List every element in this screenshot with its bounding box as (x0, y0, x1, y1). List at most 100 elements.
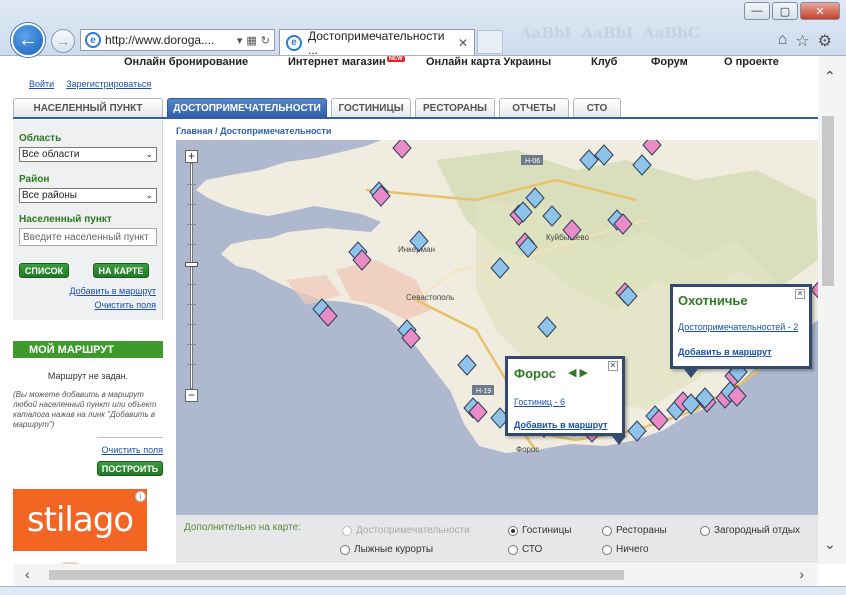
option-ski-label: Лыжные курорты (354, 544, 434, 555)
nav-forum[interactable]: Форум (651, 56, 688, 68)
chevron-right-icon[interactable]: › (799, 566, 804, 582)
address-bar[interactable]: e http://www.doroga.... ▾ ▦ ↻ (80, 29, 275, 51)
login-link[interactable]: Войти (29, 79, 54, 89)
background-ribbon: AaBbI AaBbI AaBbC (520, 24, 700, 42)
zoom-tick (187, 324, 196, 325)
radio-button[interactable] (340, 544, 350, 555)
stilago-ad-banner[interactable]: stilago (13, 489, 147, 551)
popup-okhotnichye-sights-link[interactable]: Достопримечательностей - 2 (678, 322, 798, 332)
map-layer-options: Дополнительно на карте: Достопримечатель… (176, 515, 818, 563)
option-sights: Достопримечательности (342, 525, 470, 536)
address-text[interactable]: http://www.doroga.... (105, 33, 214, 47)
chevron-left-icon[interactable]: ‹ (25, 566, 30, 582)
zoom-tick (187, 184, 196, 185)
divider (97, 437, 163, 438)
nav-club[interactable]: Клуб (591, 56, 617, 68)
option-sights-label: Достопримечательности (356, 525, 470, 536)
option-ski[interactable]: Лыжные курорты (340, 544, 433, 555)
browser-chrome: — ▢ ✕ ← → e http://www.doroga.... ▾ ▦ ↻ … (0, 0, 846, 57)
new-tab-button[interactable] (477, 30, 503, 54)
radio-button[interactable] (602, 525, 612, 536)
scrollbar-thumb[interactable] (822, 116, 834, 286)
zoom-tick (187, 364, 196, 365)
route-hint-text: (Вы можете добавить в маршрут любой насе… (13, 390, 157, 429)
ad-info-icon[interactable]: i (135, 491, 146, 502)
tab-reports[interactable]: ОТЧЕТЫ (499, 98, 569, 118)
nav-booking[interactable]: Онлайн бронирование (124, 56, 248, 68)
chevron-down-icon[interactable]: ⌄ (824, 536, 836, 553)
radio-button[interactable] (508, 525, 518, 536)
district-select[interactable]: Все районы ⌄ (19, 188, 157, 203)
refresh-icon[interactable]: ↻ (261, 34, 270, 47)
browser-tab-active[interactable]: e Достопримечательности ... ✕ (279, 29, 475, 57)
clear-fields-link[interactable]: Очистить поля (95, 300, 156, 310)
close-icon[interactable]: ✕ (608, 361, 618, 371)
zoom-control: + − (185, 150, 199, 402)
settlement-label: Населенный пункт (19, 214, 112, 225)
home-icon[interactable]: ⌂ (778, 31, 788, 51)
popup-pointer (684, 369, 698, 378)
on-map-button[interactable]: НА КАРТЕ (93, 263, 149, 278)
chevron-up-icon[interactable]: ⌃ (824, 68, 836, 85)
option-hotels[interactable]: Гостиницы (508, 525, 572, 536)
nav-map[interactable]: Онлайн карта Украины (426, 56, 551, 68)
zoom-handle[interactable] (185, 262, 198, 267)
settings-gear-icon[interactable]: ⚙ (818, 31, 832, 51)
popup-okhotnichye-add-route[interactable]: Добавить в маршрут (678, 347, 772, 357)
option-nothing[interactable]: Ничего (602, 544, 649, 555)
zoom-tick (187, 224, 196, 225)
forward-button[interactable]: → (51, 29, 75, 53)
scrollbar-thumb[interactable] (49, 570, 624, 580)
minimize-button[interactable]: — (744, 2, 770, 20)
tab-hotels[interactable]: ГОСТИНИЦЫ (331, 98, 411, 118)
zoom-slider[interactable] (185, 163, 198, 389)
map-label-foros: Форос (516, 445, 539, 454)
tab-sto[interactable]: СТО (573, 98, 621, 118)
popup-foros-add-route[interactable]: Добавить в маршрут (514, 420, 608, 430)
road-sign-h06: Н-06 (525, 158, 540, 165)
register-link[interactable]: Зарегистрироваться (66, 79, 151, 89)
nav-arrows-icon[interactable]: ◀ ▶ (568, 366, 588, 379)
nav-shop[interactable]: Интернет магазин NEW (288, 56, 405, 68)
vertical-scrollbar[interactable]: ⌃ ⌄ (818, 56, 846, 564)
popup-okhotnichye-title: Охотничье (678, 293, 748, 308)
close-button[interactable]: ✕ (800, 2, 840, 20)
district-label: Район (19, 174, 50, 185)
map-label-sevastopol: Севастополь (406, 293, 454, 302)
radio-button[interactable] (700, 525, 710, 536)
settlement-input[interactable]: Введите населенный пункт (19, 228, 157, 246)
zoom-tick (187, 344, 196, 345)
region-value: Все области (22, 149, 80, 160)
nav-shop-label[interactable]: Интернет магазин (288, 56, 386, 68)
build-route-button[interactable]: ПОСТРОИТЬ (97, 461, 163, 476)
tab-restaurants[interactable]: РЕСТОРАНЫ (415, 98, 495, 118)
list-button[interactable]: СПИСОК (19, 263, 69, 278)
radio-button[interactable] (602, 544, 612, 555)
close-icon[interactable]: ✕ (795, 289, 805, 299)
zoom-out-button[interactable]: − (185, 389, 198, 402)
option-country-rest[interactable]: Загородный отдых (700, 525, 800, 536)
option-sto[interactable]: СТО (508, 544, 542, 555)
tab-close-icon[interactable]: ✕ (458, 36, 468, 50)
zoom-tick (187, 204, 196, 205)
tab-settlement[interactable]: НАСЕЛЕННЫЙ ПУНКТ (13, 98, 163, 118)
district-value: Все районы (22, 190, 77, 201)
back-button[interactable]: ← (11, 23, 45, 57)
favorites-star-icon[interactable]: ☆ (795, 31, 809, 51)
dropdown-arrow-icon[interactable]: ▾ (237, 34, 243, 47)
option-restaurants[interactable]: Рестораны (602, 525, 667, 536)
region-select[interactable]: Все области ⌄ (19, 147, 157, 162)
add-to-route-link[interactable]: Добавить в маршрут (69, 286, 156, 296)
maximize-button[interactable]: ▢ (772, 2, 798, 20)
popup-pointer (612, 436, 626, 445)
compat-view-icon[interactable]: ▦ (246, 34, 256, 47)
horizontal-scrollbar[interactable]: ‹ › (13, 564, 818, 586)
route-clear-link[interactable]: Очистить поля (102, 445, 163, 455)
popup-foros-hotels-link[interactable]: Гостиниц - 6 (514, 397, 565, 407)
radio-button[interactable] (508, 544, 518, 555)
zoom-in-button[interactable]: + (185, 150, 198, 163)
tab-sights[interactable]: ДОСТОПРИМЕЧАТЕЛЬНОСТИ (167, 98, 327, 118)
popup-foros-title: Форос (514, 366, 556, 381)
nav-about[interactable]: О проекте (724, 56, 779, 68)
address-tools: ▾ ▦ ↻ (237, 34, 274, 47)
